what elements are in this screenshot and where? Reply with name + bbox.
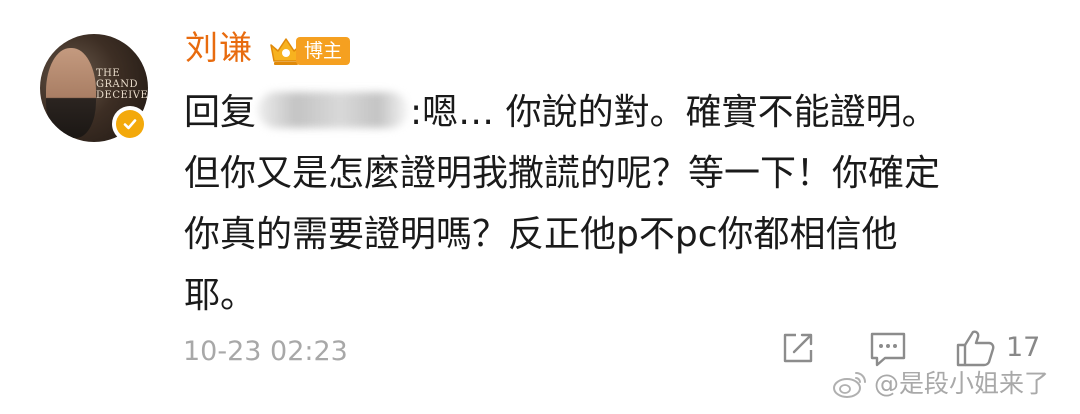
comment-line-1: :嗯… 你說的對。確實不能證明。: [410, 92, 938, 133]
share-button[interactable]: [780, 330, 816, 366]
comment-line-4: 耶。: [184, 275, 257, 316]
author-name[interactable]: 刘谦: [185, 26, 253, 70]
like-count: 17: [1006, 332, 1041, 363]
weibo-logo-icon: [833, 372, 866, 398]
like-button[interactable]: 17: [954, 328, 1040, 368]
watermark-text: @是段小姐来了: [874, 369, 1050, 398]
verified-icon: [116, 110, 144, 138]
blogger-tag: 博主: [296, 37, 350, 65]
verified-badge: [112, 106, 148, 142]
comment-line-2: 但你又是怎麼證明我撒謊的呢？等一下！你確定: [184, 153, 941, 194]
avatar-poster-text: THE GRAND DECEIVER: [96, 68, 148, 101]
comment-icon: [870, 332, 906, 367]
comment-button[interactable]: [868, 330, 908, 368]
reply-prefix: 回复: [184, 92, 257, 133]
avatar-portrait: [46, 48, 96, 138]
comment-text: 回复 :嗯… 你說的對。確實不能證明。 但你又是怎麼證明我撒謊的呢？等一下！你確定…: [184, 82, 1044, 326]
watermark: @是段小姐来了: [832, 366, 1049, 402]
comment-line: 回复 :嗯… 你說的對。確實不能證明。: [184, 82, 1044, 143]
blurred-mention: [258, 92, 409, 128]
share-icon: [783, 333, 813, 363]
comment-line-3: 你真的需要證明嗎？反正他p不pc你都相信他: [184, 214, 898, 255]
timestamp: 10-23 02:23: [183, 336, 348, 367]
thumbs-up-icon: [956, 330, 995, 367]
